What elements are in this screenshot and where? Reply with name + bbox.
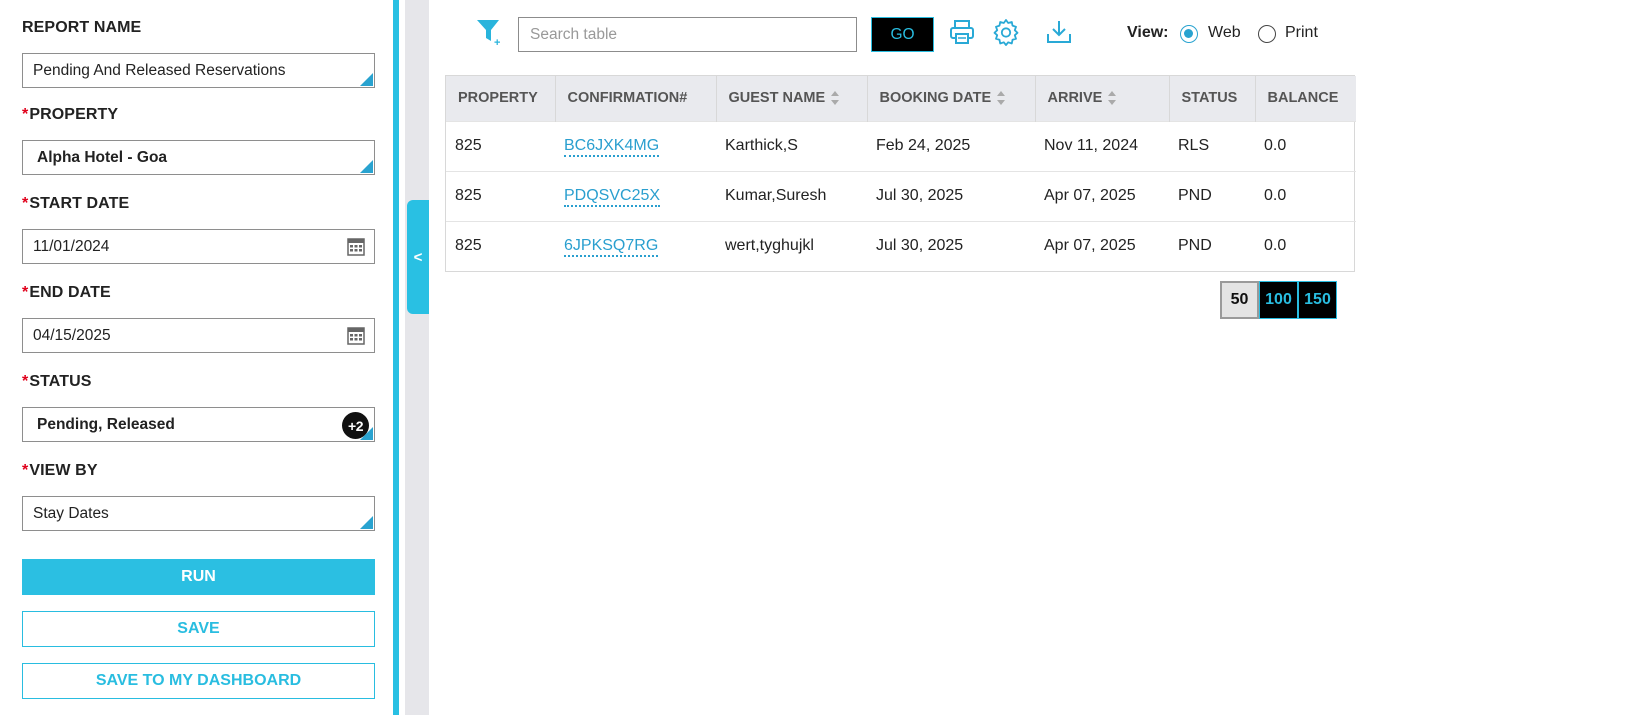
column-header-booking-date[interactable]: BOOKING DATE	[867, 76, 1036, 121]
table-row: 825 6JPKSQ7RG wert,tyghujkl Jul 30, 2025…	[446, 220, 1356, 271]
cell-status: PND	[1169, 170, 1255, 221]
table-header-row: PROPERTY CONFIRMATION# GUEST NAME BOOKIN…	[446, 76, 1356, 121]
required-marker: *	[22, 106, 29, 123]
cell-arrive: Apr 07, 2025	[1035, 170, 1169, 221]
table-row: 825 BC6JXK4MG Karthick,S Feb 24, 2025 No…	[446, 120, 1356, 171]
column-header-property: PROPERTY	[446, 76, 556, 121]
sort-icon[interactable]	[997, 91, 1006, 106]
column-header-status: STATUS	[1169, 76, 1256, 121]
cell-arrive: Nov 11, 2024	[1035, 120, 1169, 171]
dropdown-corner-icon	[360, 516, 373, 529]
page-size-50[interactable]: 50	[1220, 281, 1259, 319]
view-web-radio[interactable]	[1180, 25, 1198, 43]
cell-guest-name: Kumar,Suresh	[716, 170, 867, 221]
cell-property: 825	[446, 220, 555, 271]
filter-icon[interactable]: +	[475, 17, 503, 47]
confirmation-link[interactable]: BC6JXK4MG	[564, 137, 660, 157]
property-label: *PROPERTY	[22, 106, 119, 123]
required-marker: *	[22, 373, 29, 390]
property-select[interactable]: Alpha Hotel - Goa	[22, 140, 375, 175]
cell-booking-date: Feb 24, 2025	[867, 120, 1035, 171]
required-marker: *	[22, 462, 29, 479]
cell-balance: 0.0	[1255, 170, 1356, 221]
cell-balance: 0.0	[1255, 120, 1356, 171]
save-button[interactable]: SAVE	[22, 611, 375, 647]
sort-icon[interactable]	[831, 91, 840, 106]
page-size-100[interactable]: 100	[1259, 281, 1298, 319]
panel-gutter	[405, 0, 429, 715]
cell-status: PND	[1169, 220, 1255, 271]
start-date-field[interactable]: 11/01/2024	[22, 229, 375, 264]
status-multiselect[interactable]: Pending, Released +2	[22, 407, 375, 442]
table-row: 825 PDQSVC25X Kumar,Suresh Jul 30, 2025 …	[446, 170, 1356, 221]
page-size-150[interactable]: 150	[1298, 281, 1337, 319]
cell-booking-date: Jul 30, 2025	[867, 220, 1035, 271]
save-to-dashboard-button[interactable]: SAVE TO MY DASHBOARD	[22, 663, 375, 699]
reservations-table: PROPERTY CONFIRMATION# GUEST NAME BOOKIN…	[445, 75, 1356, 272]
cell-guest-name: Karthick,S	[716, 120, 867, 171]
report-name-value: Pending And Released Reservations	[33, 61, 286, 79]
cell-property: 825	[446, 120, 555, 171]
cell-property: 825	[446, 170, 555, 221]
page-size-selector: 50 100 150	[1220, 281, 1337, 319]
calendar-icon[interactable]	[347, 238, 365, 256]
dropdown-corner-icon	[360, 427, 373, 440]
panel-divider	[393, 0, 399, 715]
sort-icon[interactable]	[1108, 91, 1117, 106]
dropdown-corner-icon	[360, 73, 373, 86]
cell-balance: 0.0	[1255, 220, 1356, 271]
report-name-select[interactable]: Pending And Released Reservations	[22, 53, 375, 88]
collapse-panel-button[interactable]: <	[407, 200, 429, 314]
confirmation-link[interactable]: 6JPKSQ7RG	[564, 237, 659, 258]
required-marker: *	[22, 195, 29, 212]
view-by-value: Stay Dates	[33, 504, 109, 522]
required-marker: *	[22, 284, 29, 301]
start-date-value: 11/01/2024	[33, 237, 110, 255]
cell-arrive: Apr 07, 2025	[1035, 220, 1169, 271]
svg-text:+: +	[494, 37, 500, 47]
calendar-icon[interactable]	[347, 327, 365, 345]
view-print-radio[interactable]	[1258, 25, 1276, 43]
status-value: Pending, Released	[37, 415, 175, 433]
view-by-label: *VIEW BY	[22, 462, 98, 479]
report-name-label: REPORT NAME	[22, 19, 142, 36]
confirmation-link[interactable]: PDQSVC25X	[564, 187, 661, 207]
print-icon[interactable]	[948, 18, 976, 46]
end-date-value: 04/15/2025	[33, 326, 111, 344]
gear-icon[interactable]	[992, 18, 1020, 46]
end-date-label: *END DATE	[22, 284, 111, 301]
status-label: *STATUS	[22, 373, 92, 390]
report-parameters-panel: REPORT NAME Pending And Released Reserva…	[0, 0, 393, 715]
run-button[interactable]: RUN	[22, 559, 375, 595]
cell-status: RLS	[1169, 120, 1255, 171]
view-print-label[interactable]: Print	[1285, 24, 1318, 42]
end-date-field[interactable]: 04/15/2025	[22, 318, 375, 353]
search-input[interactable]	[518, 17, 857, 52]
column-header-guest-name[interactable]: GUEST NAME	[716, 76, 868, 121]
view-mode-label: View:	[1127, 24, 1169, 41]
cell-booking-date: Jul 30, 2025	[867, 170, 1035, 221]
dropdown-corner-icon	[360, 160, 373, 173]
view-by-select[interactable]: Stay Dates	[22, 496, 375, 531]
view-web-label[interactable]: Web	[1208, 24, 1241, 42]
go-button[interactable]: GO	[871, 17, 934, 52]
property-value: Alpha Hotel - Goa	[37, 148, 168, 166]
cell-guest-name: wert,tyghujkl	[716, 220, 867, 271]
start-date-label: *START DATE	[22, 195, 130, 212]
column-header-balance: BALANCE	[1255, 76, 1356, 121]
column-header-confirmation: CONFIRMATION#	[555, 76, 717, 121]
column-header-arrive[interactable]: ARRIVE	[1035, 76, 1170, 121]
download-icon[interactable]	[1045, 18, 1073, 46]
